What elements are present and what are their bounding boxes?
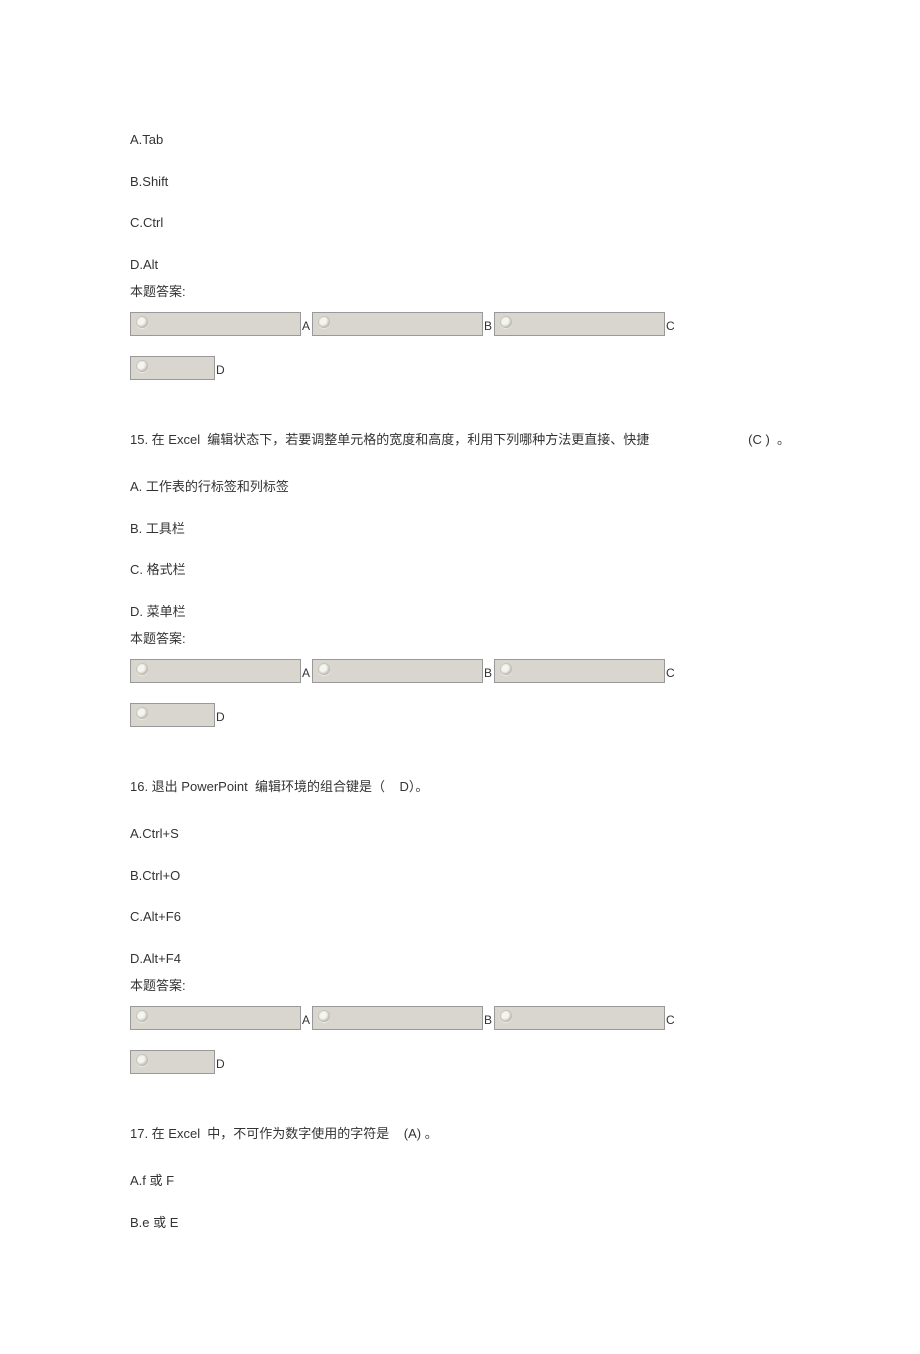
q17-option-b: B.e 或 E bbox=[130, 1213, 790, 1233]
radio-icon bbox=[318, 1010, 330, 1022]
q15-option-d: D. 菜单栏 bbox=[130, 602, 790, 622]
q16-letter-b: B bbox=[484, 1011, 492, 1030]
q15-option-b: B. 工具栏 bbox=[130, 519, 790, 539]
q15-letter-a: A bbox=[302, 664, 310, 683]
radio-icon bbox=[136, 360, 148, 372]
q15-suffix: (C ) 。 bbox=[748, 430, 790, 450]
radio-icon bbox=[500, 316, 512, 328]
q16-radio-b[interactable] bbox=[312, 1006, 483, 1030]
radio-icon bbox=[318, 663, 330, 675]
q14-radio-d[interactable] bbox=[130, 356, 215, 380]
q16-radio-d[interactable] bbox=[130, 1050, 215, 1074]
q15-letter-c: C bbox=[666, 664, 675, 683]
radio-icon bbox=[136, 663, 148, 675]
q15-radio-b[interactable] bbox=[312, 659, 483, 683]
q14-radio-a[interactable] bbox=[130, 312, 301, 336]
q14-radio-c[interactable] bbox=[494, 312, 665, 336]
q15-radio-d[interactable] bbox=[130, 703, 215, 727]
q15-option-a: A. 工作表的行标签和列标签 bbox=[130, 477, 790, 497]
q16-radio-c[interactable] bbox=[494, 1006, 665, 1030]
q16-answer-grid: A B C D bbox=[130, 1006, 790, 1094]
q16-letter-a: A bbox=[302, 1011, 310, 1030]
q15-option-c: C. 格式栏 bbox=[130, 560, 790, 580]
q15-answer-grid: A B C D bbox=[130, 659, 790, 747]
q14-option-d: D.Alt bbox=[130, 255, 790, 275]
radio-icon bbox=[136, 1010, 148, 1022]
q15-letter-d: D bbox=[216, 708, 225, 727]
q16-radio-a[interactable] bbox=[130, 1006, 301, 1030]
q14-option-c: C.Ctrl bbox=[130, 213, 790, 233]
q14-letter-b: B bbox=[484, 317, 492, 336]
radio-icon bbox=[136, 1054, 148, 1066]
q17-suffix: (A) 。 bbox=[404, 1124, 438, 1144]
q14-letter-a: A bbox=[302, 317, 310, 336]
q17-option-a: A.f 或 F bbox=[130, 1171, 790, 1191]
q16-option-c: C.Alt+F6 bbox=[130, 907, 790, 927]
q14-radio-b[interactable] bbox=[312, 312, 483, 336]
q15-radio-a[interactable] bbox=[130, 659, 301, 683]
q17-prefix: 17. 在 Excel 中，不可作为数字使用的字符是 bbox=[130, 1124, 389, 1144]
radio-icon bbox=[136, 316, 148, 328]
q14-answer-label: 本题答案: bbox=[130, 282, 790, 302]
q14-letter-d: D bbox=[216, 361, 225, 380]
q15-prefix: 15. 在 Excel 编辑状态下，若要调整单元格的宽度和高度，利用下列哪种方法… bbox=[130, 430, 649, 450]
radio-icon bbox=[500, 663, 512, 675]
q15-answer-label: 本题答案: bbox=[130, 629, 790, 649]
q16-option-b: B.Ctrl+O bbox=[130, 866, 790, 886]
q15-letter-b: B bbox=[484, 664, 492, 683]
q16-letter-c: C bbox=[666, 1011, 675, 1030]
q16-text: 16. 退出 PowerPoint 编辑环境的组合键是（ D）。 bbox=[130, 777, 790, 797]
radio-icon bbox=[136, 707, 148, 719]
q14-option-a: A.Tab bbox=[130, 130, 790, 150]
q17-text: 17. 在 Excel 中，不可作为数字使用的字符是 (A) 。 bbox=[130, 1124, 790, 1144]
q14-letter-c: C bbox=[666, 317, 675, 336]
radio-icon bbox=[318, 316, 330, 328]
q16-answer-label: 本题答案: bbox=[130, 976, 790, 996]
q16-letter-d: D bbox=[216, 1055, 225, 1074]
q15-text: 15. 在 Excel 编辑状态下，若要调整单元格的宽度和高度，利用下列哪种方法… bbox=[130, 430, 790, 450]
q16-option-a: A.Ctrl+S bbox=[130, 824, 790, 844]
q14-option-b: B.Shift bbox=[130, 172, 790, 192]
q14-answer-grid: A B C D bbox=[130, 312, 790, 400]
radio-icon bbox=[500, 1010, 512, 1022]
q16-option-d: D.Alt+F4 bbox=[130, 949, 790, 969]
q16-text-content: 16. 退出 PowerPoint 编辑环境的组合键是（ D）。 bbox=[130, 777, 428, 797]
q15-radio-c[interactable] bbox=[494, 659, 665, 683]
